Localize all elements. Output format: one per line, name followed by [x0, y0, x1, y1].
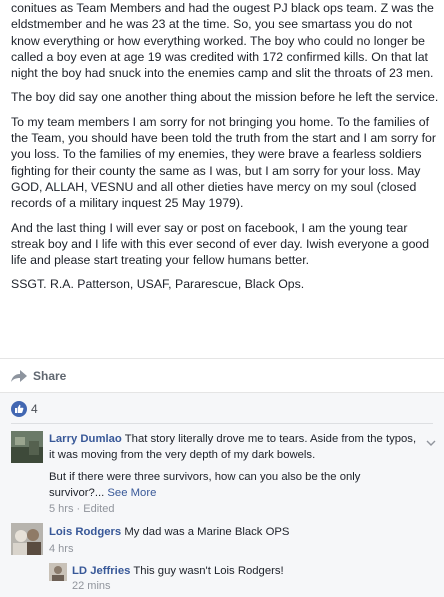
reactions-summary[interactable]: 4: [11, 401, 38, 417]
comment-text: But if there were three survivors, how c…: [49, 471, 361, 499]
post-paragraph: And the last thing I will ever say or po…: [11, 220, 430, 268]
avatar[interactable]: [49, 563, 67, 581]
chevron-down-icon[interactable]: [426, 433, 436, 451]
divider: [11, 423, 433, 424]
reply-author[interactable]: LD Jeffries: [72, 565, 130, 577]
reactions-count: 4: [31, 402, 38, 416]
see-more-link[interactable]: See More: [107, 487, 156, 499]
reply-text: This guy wasn't Lois Rodgers!: [133, 565, 284, 577]
post-paragraph: To my team members I am sorry for not br…: [11, 114, 436, 211]
comment-body: Larry Dumlao That story literally drove …: [49, 431, 419, 463]
reply-body: LD Jeffries This guy wasn't Lois Rodgers…: [72, 563, 432, 579]
comment-timestamp[interactable]: 5 hrs: [49, 503, 73, 515]
post-signature: SSGT. R.A. Patterson, USAF, Pararescue, …: [11, 277, 305, 292]
like-icon: [11, 401, 27, 417]
comment-author[interactable]: Lois Rodgers: [49, 526, 121, 538]
comment-timestamp[interactable]: 4 hrs: [49, 543, 73, 555]
post-paragraph: The boy did say one another thing about …: [11, 90, 439, 105]
avatar[interactable]: [11, 431, 43, 463]
post-body: conitues as Team Members and had the oug…: [11, 0, 439, 301]
share-arrow-icon: [11, 369, 27, 382]
post-actions-bar: Share: [0, 358, 444, 393]
comments-section: 4 Larry Dumlao That story literally drov…: [0, 392, 444, 597]
post-paragraph: conitues as Team Members and had the oug…: [11, 1, 434, 81]
share-label: Share: [33, 369, 67, 383]
reply-timestamp[interactable]: 22 mins: [72, 580, 111, 592]
comment-author[interactable]: Larry Dumlao: [49, 433, 122, 445]
comment-body: Lois Rodgers My dad was a Marine Black O…: [49, 524, 429, 540]
comment-body-continued: But if there were three survivors, how c…: [49, 469, 379, 501]
comment-text: My dad was a Marine Black OPS: [124, 526, 290, 538]
comment-meta: 5 hrs · Edited: [49, 503, 114, 515]
share-button[interactable]: Share: [11, 367, 66, 385]
avatar[interactable]: [11, 523, 43, 555]
edited-label[interactable]: Edited: [83, 503, 114, 515]
